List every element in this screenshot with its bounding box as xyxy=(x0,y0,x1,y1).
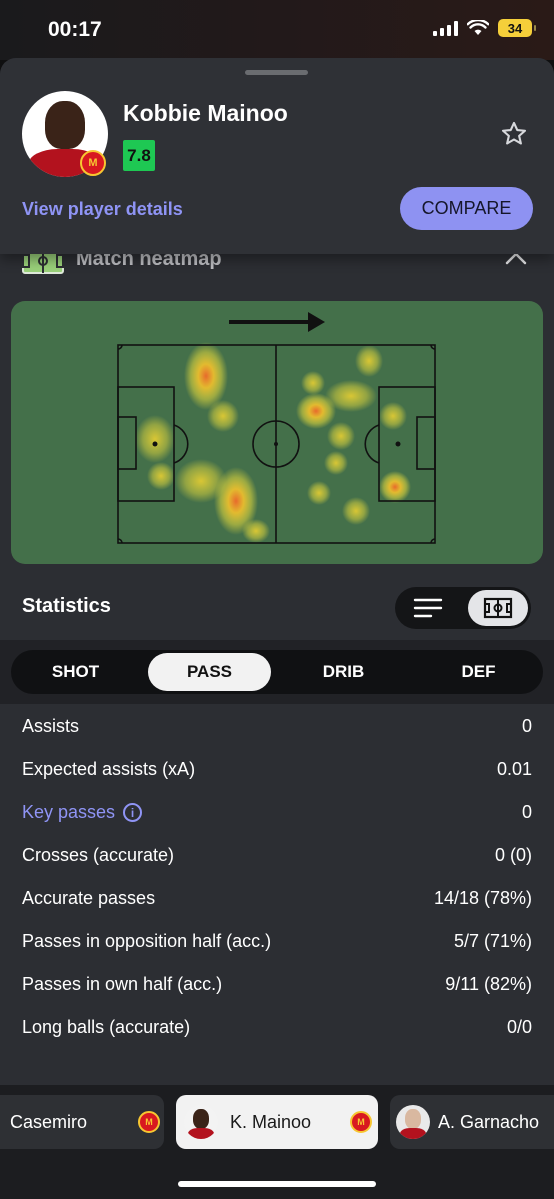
stat-row-assists: Assists 0 xyxy=(0,705,554,748)
club-badge-icon: M xyxy=(350,1111,372,1133)
stat-value: 0 xyxy=(521,802,532,822)
stat-row-own-half: Passes in own half (acc.) 9/11 (82%) xyxy=(0,963,554,1006)
status-icons: 34 xyxy=(433,19,536,37)
statistics-title: Statistics xyxy=(22,595,111,617)
battery-icon: 34 xyxy=(498,19,536,37)
stat-row-crosses: Crosses (accurate) 0 (0) xyxy=(0,834,554,877)
tab-def[interactable]: DEF xyxy=(417,653,540,691)
stat-value: 14/18 (78%) xyxy=(433,888,532,908)
stat-value: 0 (0) xyxy=(494,845,532,865)
tab-pass[interactable]: PASS xyxy=(148,653,271,691)
stat-label: Long balls (accurate) xyxy=(22,1017,191,1037)
stat-label: Passes in opposition half (acc.) xyxy=(22,931,272,951)
star-outline-icon[interactable] xyxy=(500,120,528,148)
signal-icon xyxy=(433,20,458,36)
heatmap-pitch xyxy=(11,301,543,564)
info-icon[interactable]: i xyxy=(123,803,143,822)
wifi-icon xyxy=(467,20,489,35)
player-chip-name: K. Mainoo xyxy=(230,1111,312,1132)
stat-label: Assists xyxy=(22,716,80,736)
stat-label: Key passes xyxy=(22,802,116,822)
player-chip-name: Casemiro xyxy=(10,1111,88,1132)
player-chip-casemiro[interactable]: Casemiro M xyxy=(0,1095,164,1149)
club-badge-icon: M xyxy=(138,1111,160,1133)
heatmap-blobs xyxy=(135,342,411,543)
stat-row-key-passes: Key passes i 0 xyxy=(0,791,554,834)
player-name: Kobbie Mainoo xyxy=(123,100,288,126)
list-icon xyxy=(413,598,443,618)
list-view-button[interactable] xyxy=(405,593,451,623)
home-indicator[interactable] xyxy=(178,1181,376,1187)
stat-row-long-balls: Long balls (accurate) 0/0 xyxy=(0,1006,554,1049)
stat-value: 0 xyxy=(521,716,532,736)
pitch-view-icon xyxy=(483,597,513,619)
stat-row-opposition-half: Passes in opposition half (acc.) 5/7 (71… xyxy=(0,920,554,963)
status-time: 00:17 xyxy=(48,18,102,41)
player-chip-avatar xyxy=(396,1105,430,1139)
stat-value: 9/11 (82%) xyxy=(445,974,532,994)
player-header: M Kobbie Mainoo 7.8 View player details … xyxy=(0,58,554,254)
stat-value: 5/7 (71%) xyxy=(453,931,532,951)
player-rating-badge: 7.8 xyxy=(123,140,155,171)
key-passes-info-link[interactable]: Key passes i xyxy=(22,802,143,823)
stat-value: 0.01 xyxy=(496,759,532,779)
tab-drib[interactable]: DRIB xyxy=(282,653,405,691)
stat-label: Accurate passes xyxy=(22,888,156,908)
player-chip-mainoo[interactable]: K. Mainoo M xyxy=(176,1095,378,1149)
stat-row-expected-assists: Expected assists (xA) 0.01 xyxy=(0,748,554,791)
player-sheet: M Kobbie Mainoo 7.8 View player details … xyxy=(0,58,554,1199)
heatmap-graphic xyxy=(117,312,436,544)
stat-row-accurate-passes: Accurate passes 14/18 (78%) xyxy=(0,877,554,920)
tab-shot[interactable]: SHOT xyxy=(14,653,137,691)
stats-category-tabs: SHOT PASS DRIB DEF xyxy=(0,640,554,704)
view-player-details-link[interactable]: View player details xyxy=(22,199,183,220)
player-chip-garnacho[interactable]: A. Garnacho xyxy=(390,1095,554,1149)
attack-direction-arrow-icon xyxy=(229,312,325,332)
status-bar: 00:17 34 xyxy=(0,0,554,60)
tab-bar: SHOT PASS DRIB DEF xyxy=(11,650,543,694)
stat-value: 0/0 xyxy=(506,1017,532,1037)
club-badge-icon: M xyxy=(80,150,106,176)
player-chip-avatar xyxy=(184,1105,218,1139)
sheet-grabber[interactable] xyxy=(245,70,308,75)
stat-label: Crosses (accurate) xyxy=(22,845,175,865)
stat-label: Passes in own half (acc.) xyxy=(22,974,223,994)
stats-view-toggle xyxy=(395,587,531,629)
compare-button[interactable]: COMPARE xyxy=(400,187,533,230)
stat-label: Expected assists (xA) xyxy=(22,759,196,779)
player-chip-name: A. Garnacho xyxy=(438,1111,540,1132)
pitch-view-button[interactable] xyxy=(468,590,528,626)
